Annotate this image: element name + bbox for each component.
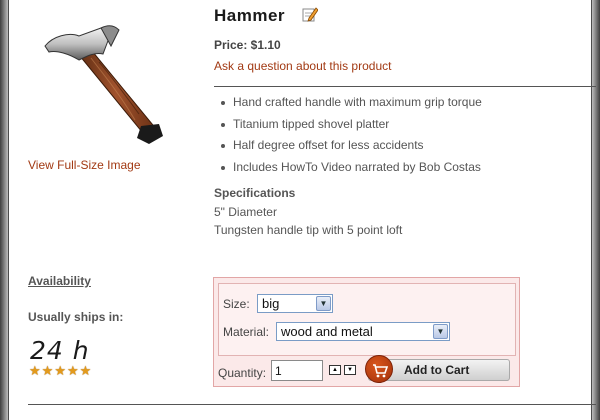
quantity-label: Quantity: [218,366,267,380]
ship-time-value: 24 h [30,336,90,365]
purchase-options-box: Size: big ▼ Material: wood and metal ▼ Q… [213,277,520,387]
material-label: Material: [223,325,270,339]
list-item: Titanium tipped shovel platter [221,117,482,139]
star-icon: ★ [66,363,79,378]
chevron-down-icon[interactable]: ▼ [433,324,448,339]
specifications-heading: Specifications [214,186,296,200]
list-item: Hand crafted handle with maximum grip to… [221,95,482,117]
feature-list: Hand crafted handle with maximum grip to… [221,95,482,181]
edit-pencil-icon[interactable] [302,6,318,22]
divider [214,86,596,87]
add-to-cart-label: Add to Cart [404,363,470,377]
specification-line: Tungsten handle tip with 5 point loft [214,223,403,237]
quantity-input[interactable]: 1 [271,360,323,381]
quantity-increase-button[interactable]: ▲ [329,365,341,375]
star-icon: ★ [54,363,66,378]
product-image-hammer[interactable] [39,18,179,148]
size-select[interactable]: big ▼ [257,294,333,313]
window-frame-right [592,0,600,420]
divider [28,404,596,405]
specification-line: 5" Diameter [214,205,277,219]
material-select-value: wood and metal [281,324,373,339]
availability-heading[interactable]: Availability [28,274,91,288]
ships-in-label: Usually ships in: [28,310,124,324]
star-icon: ★ [29,363,41,378]
size-select-value: big [262,296,280,311]
cart-icon[interactable] [365,355,393,383]
view-full-size-image-link[interactable]: View Full-Size Image [28,158,141,172]
chevron-down-icon[interactable]: ▼ [316,296,331,311]
material-select[interactable]: wood and metal ▼ [276,322,450,341]
quantity-decrease-button[interactable]: ▼ [344,365,356,375]
star-icon: ★ [79,363,92,378]
attribute-options-panel: Size: big ▼ Material: wood and metal ▼ [218,283,516,356]
product-page: View Full-Size Image Hammer Price: $1.10… [8,0,596,420]
product-price: Price: $1.10 [214,38,281,52]
ask-question-link[interactable]: Ask a question about this product [214,59,391,73]
size-label: Size: [223,297,250,311]
list-item: Half degree offset for less accidents [221,138,482,160]
product-title: Hammer [214,6,286,25]
star-icon: ★ [41,363,54,378]
list-item: Includes HowTo Video narrated by Bob Cos… [221,160,482,182]
rating-stars: ★ ★ ★ ★ ★ [29,364,91,377]
window-frame-left [0,0,8,420]
